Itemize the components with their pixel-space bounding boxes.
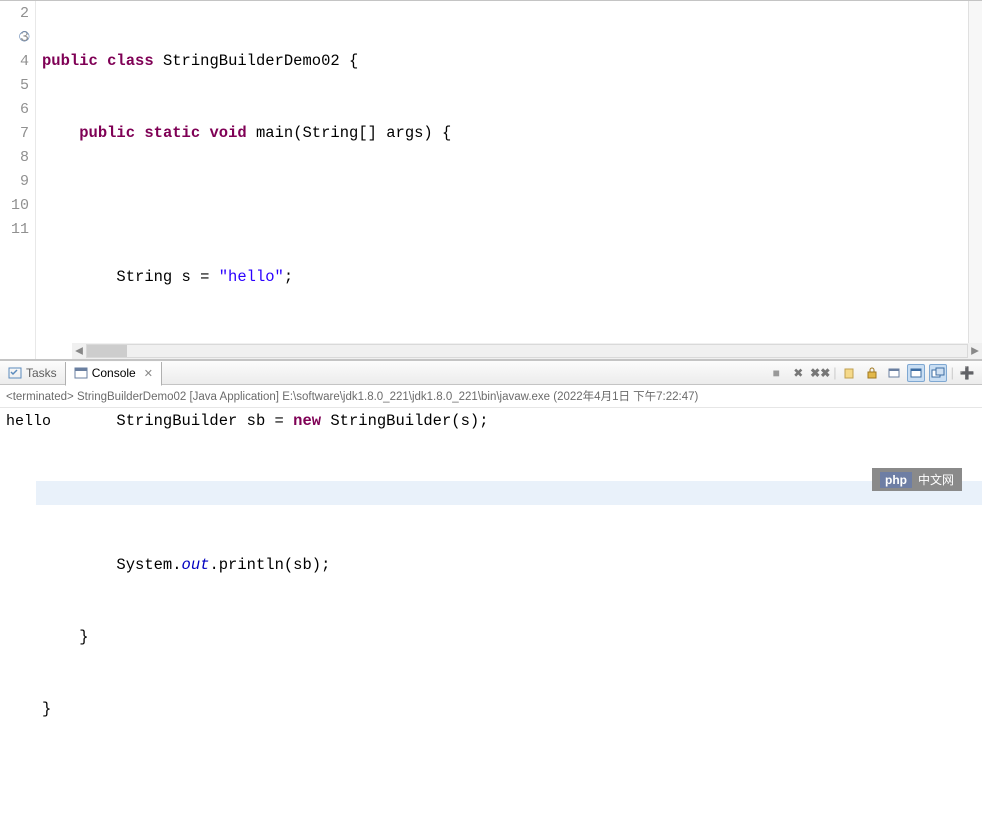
line-number: 8 xyxy=(0,146,29,170)
code-line[interactable]: } xyxy=(36,625,982,649)
line-number: 3 xyxy=(0,26,29,50)
line-number: 5 xyxy=(0,74,29,98)
tab-console[interactable]: Console ✕ xyxy=(65,362,162,386)
remove-all-icon[interactable]: ✖✖ xyxy=(811,364,829,382)
watermark: php 中文网 xyxy=(872,468,962,491)
display-selected-console-icon[interactable] xyxy=(929,364,947,382)
open-console-icon[interactable]: ➕ xyxy=(958,364,976,382)
line-number: 6 xyxy=(0,98,29,122)
overview-ruler[interactable] xyxy=(968,1,982,343)
code-line[interactable]: } xyxy=(36,697,982,721)
tab-label: Console xyxy=(92,366,136,380)
tab-tasks[interactable]: Tasks xyxy=(0,360,65,385)
clear-console-icon[interactable] xyxy=(841,364,859,382)
line-number: 9 xyxy=(0,170,29,194)
close-icon[interactable]: ✕ xyxy=(144,367,153,380)
line-number: 2 xyxy=(0,2,29,26)
tab-label: Tasks xyxy=(26,366,57,380)
code-line[interactable]: System.out.println(sb); xyxy=(36,553,982,577)
code-line[interactable]: String s = "hello"; xyxy=(36,265,982,289)
pin-console-icon[interactable] xyxy=(907,364,925,382)
terminate-icon[interactable]: ■ xyxy=(767,364,785,382)
line-number: 4 xyxy=(0,50,29,74)
code-line[interactable]: public static void main(String[] args) { xyxy=(36,121,982,145)
console-tab-bar: Tasks Console ✕ ■ ✖ ✖✖ | | ➕ xyxy=(0,360,982,385)
code-line[interactable]: public class StringBuilderDemo02 { xyxy=(36,49,982,73)
code-line[interactable] xyxy=(36,193,982,217)
line-number: 7 xyxy=(0,122,29,146)
line-number-gutter: 2 3 4 5 6 7 8 9 10 11 xyxy=(0,1,36,359)
console-icon xyxy=(74,366,88,380)
watermark-php: php xyxy=(880,472,912,488)
console-toolbar: ■ ✖ ✖✖ | | ➕ xyxy=(767,364,976,382)
code-line-current[interactable] xyxy=(36,481,982,505)
tasks-icon xyxy=(8,366,22,380)
line-number: 11 xyxy=(0,218,29,242)
code-line[interactable]: StringBuilder sb = new StringBuilder(s); xyxy=(36,409,982,433)
code-editor[interactable]: 2 3 4 5 6 7 8 9 10 11 public class Strin… xyxy=(0,0,982,360)
scrollbar-thumb[interactable] xyxy=(87,345,127,357)
show-console-icon[interactable] xyxy=(885,364,903,382)
remove-launch-icon[interactable]: ✖ xyxy=(789,364,807,382)
code-area[interactable]: public class StringBuilderDemo02 { publi… xyxy=(36,1,982,359)
horizontal-scrollbar[interactable]: ◂ ▸ xyxy=(72,343,982,359)
scroll-lock-icon[interactable] xyxy=(863,364,881,382)
watermark-cn: 中文网 xyxy=(918,471,954,488)
line-number: 10 xyxy=(0,194,29,218)
